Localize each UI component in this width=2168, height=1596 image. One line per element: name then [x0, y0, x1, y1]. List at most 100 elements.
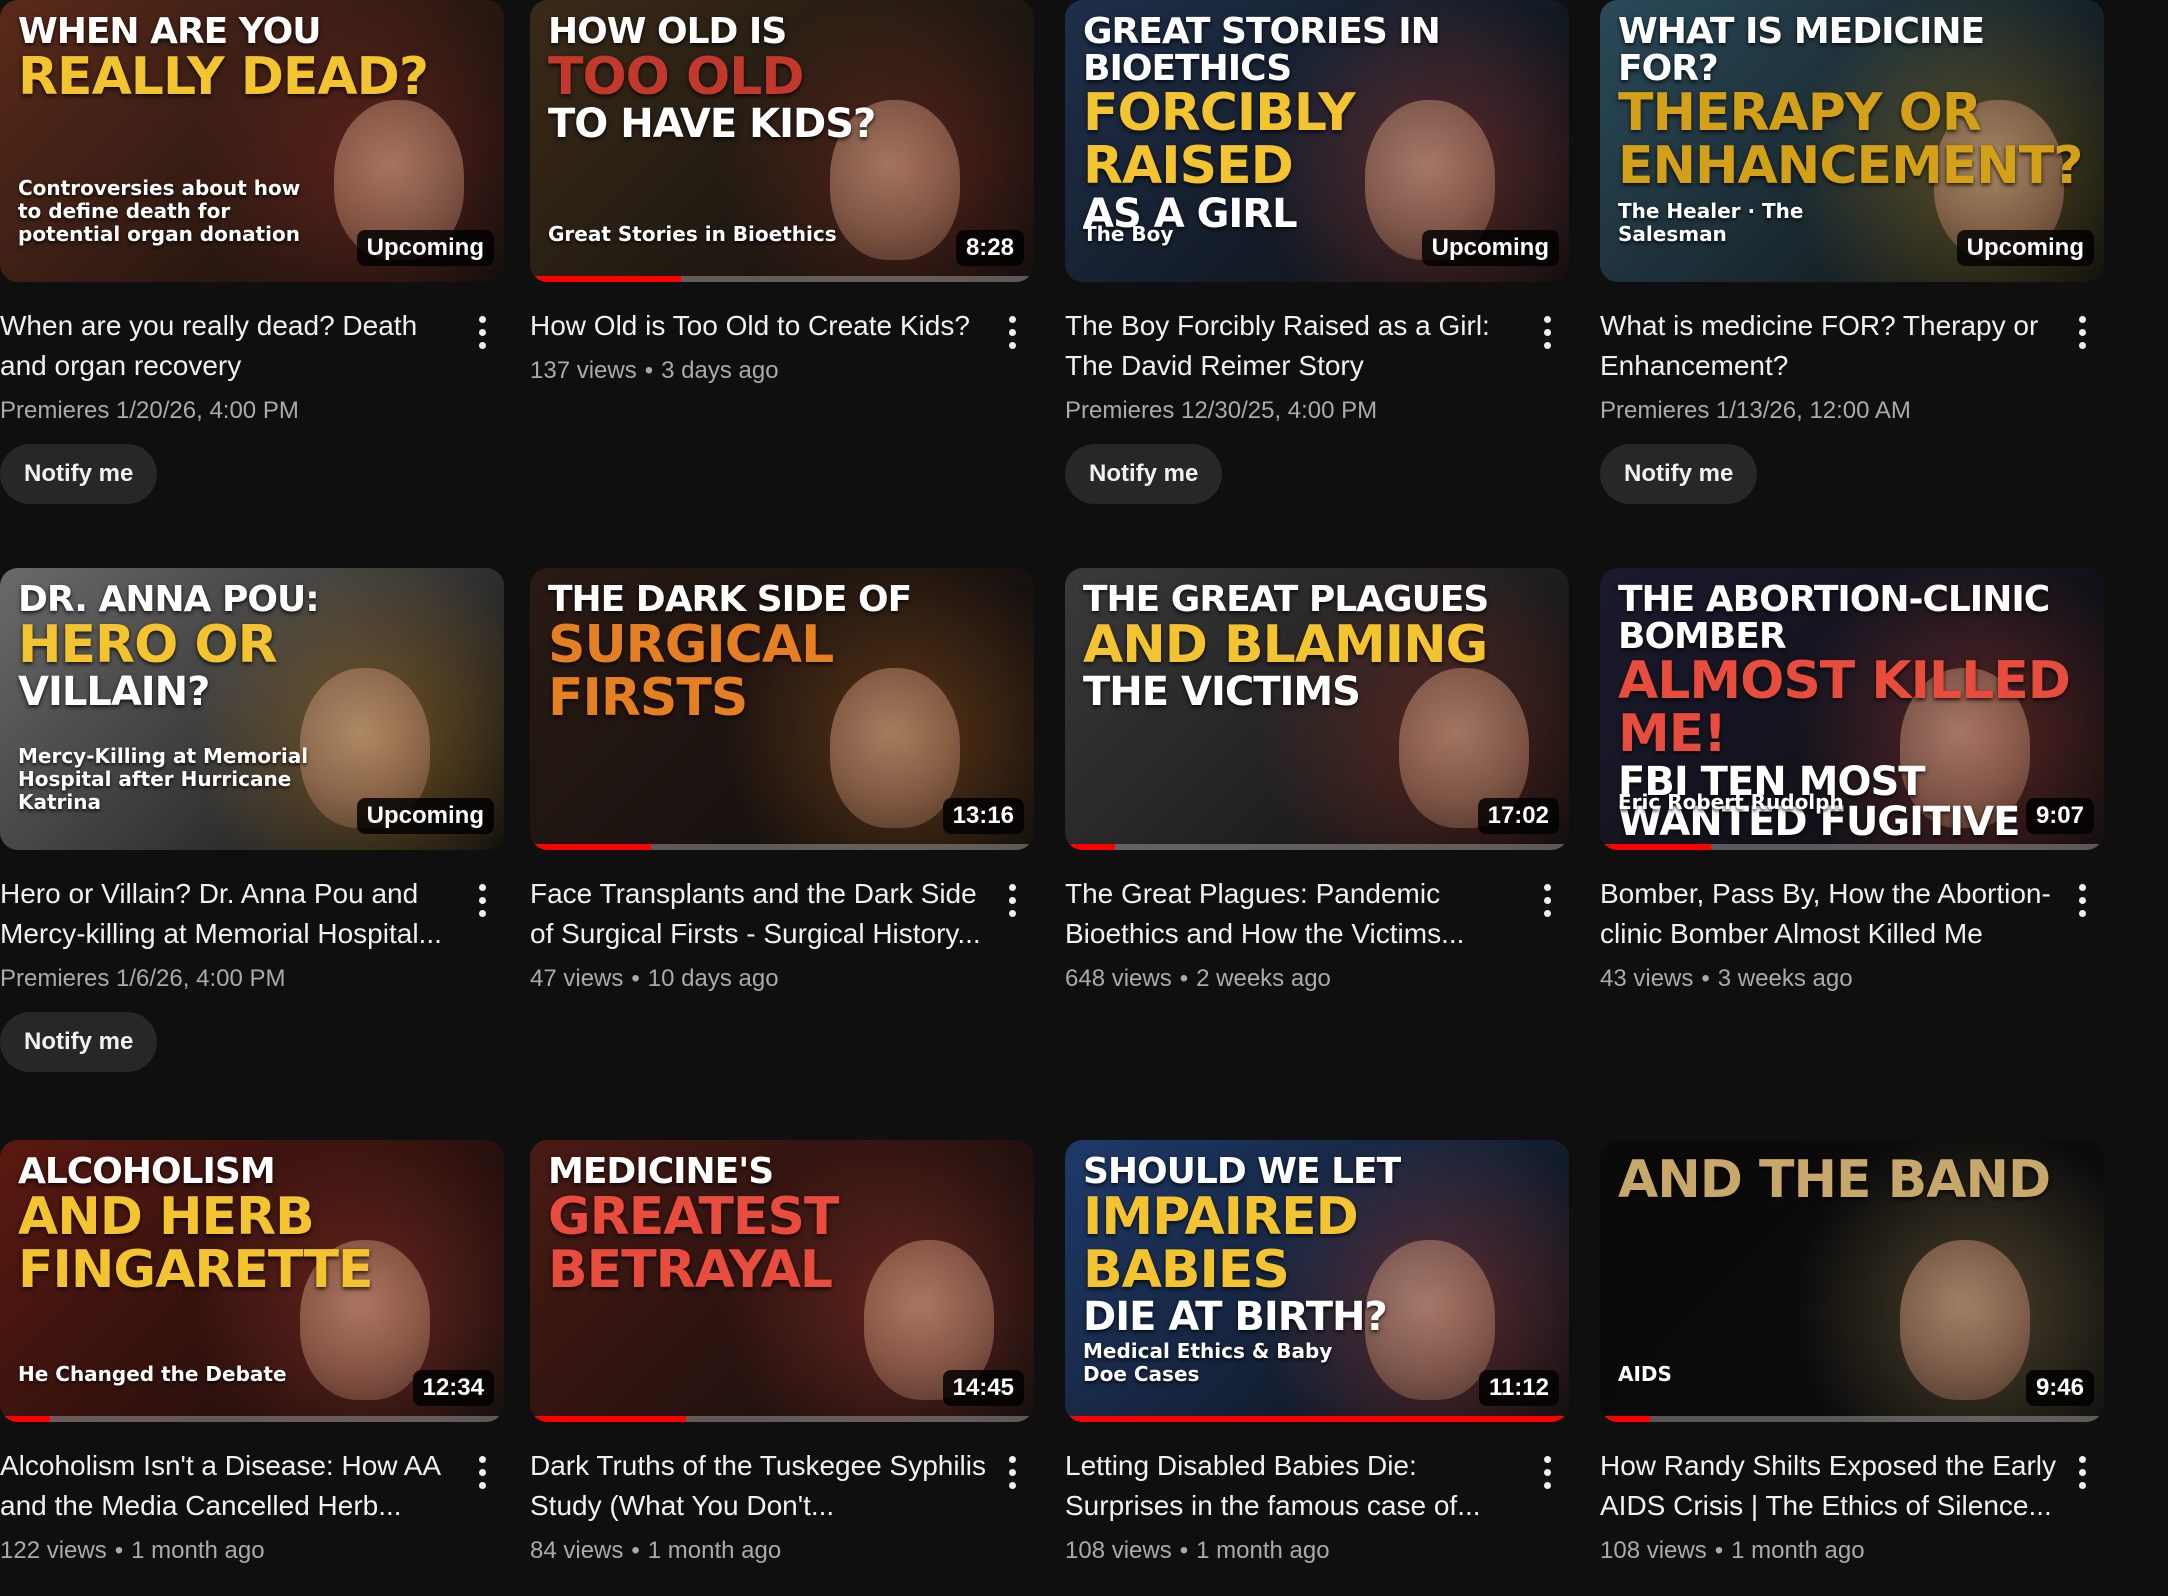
video-card[interactable]: The Great Plagues and Blaming the Victim… [1065, 568, 1569, 996]
upcoming-badge: Upcoming [1421, 230, 1559, 266]
thumbnail-headline: Alcoholism and Herb Fingarette [18, 1153, 486, 1297]
video-thumbnail[interactable]: Dr. Anna Pou: Hero or Villain? Mercy-Kil… [0, 568, 504, 850]
thumbnail-headline-line-1: The Abortion-Clinic Bomber [1618, 579, 2050, 657]
thumbnail-headline-line-1: What is medicine FOR? [1618, 11, 1985, 89]
notify-me-button[interactable]: Notify me [1600, 444, 1758, 504]
thumbnail-headline-line-1: How Old Is [548, 11, 787, 52]
more-actions-icon[interactable] [1533, 878, 1561, 922]
video-title[interactable]: The Boy Forcibly Raised as a Girl: The D… [1065, 306, 1521, 386]
video-stats: 137 views • 3 days ago [530, 354, 986, 388]
more-actions-icon[interactable] [998, 878, 1026, 922]
thumbnail-headline-line-2: Therapy or Enhancement? [1618, 83, 2083, 197]
upload-age: 1 month ago [1731, 1537, 1865, 1564]
video-thumbnail[interactable]: Should We Let Impaired Babies Die at Bir… [1065, 1140, 1569, 1422]
video-title[interactable]: The Great Plagues: Pandemic Bioethics an… [1065, 874, 1521, 954]
video-title[interactable]: When are you really dead? Death and orga… [0, 306, 456, 386]
more-actions-icon[interactable] [2068, 878, 2096, 922]
thumbnail-headline-line-3: Die at Birth? [1083, 1293, 1388, 1340]
video-card[interactable]: Alcoholism and Herb Fingarette He Change… [0, 1140, 504, 1568]
thumbnail-headline-line-2: and Blaming [1083, 614, 1488, 675]
view-count: 108 views [1065, 1537, 1172, 1564]
premiere-time: Premieres 1/20/26, 4:00 PM [0, 397, 299, 424]
separator-dot: • [1179, 965, 1189, 992]
thumbnail-headline-line-3: To Have Kids? [548, 100, 876, 147]
video-card[interactable]: The Dark Side of Surgical Firsts 13:16 F… [530, 568, 1034, 996]
more-actions-icon[interactable] [1533, 1450, 1561, 1494]
thumbnail-headline: The Great Plagues and Blaming the Victim… [1083, 579, 1551, 713]
video-details: The Boy Forcibly Raised as a Girl: The D… [1065, 306, 1569, 504]
video-details: What is medicine FOR? Therapy or Enhance… [1600, 306, 2104, 504]
video-details: The Great Plagues: Pandemic Bioethics an… [1065, 874, 1569, 996]
notify-me-button[interactable]: Notify me [0, 1012, 158, 1072]
video-card[interactable]: The Abortion-Clinic Bomber Almost Killed… [1600, 568, 2104, 996]
video-card[interactable]: When are you Really Dead? Controversies … [0, 0, 504, 504]
thumbnail-headline-line-1: The Great Plagues [1083, 579, 1489, 620]
video-thumbnail[interactable]: How Old Is Too Old To Have Kids? Great S… [530, 0, 1034, 282]
video-card[interactable]: Great Stories in Bioethics Forcibly Rais… [1065, 0, 1569, 504]
video-card[interactable]: Medicine's Greatest Betrayal 14:45 Dark … [530, 1140, 1034, 1568]
more-actions-icon[interactable] [998, 310, 1026, 354]
video-thumbnail[interactable]: The Great Plagues and Blaming the Victim… [1065, 568, 1569, 850]
video-title[interactable]: How Randy Shilts Exposed the Early AIDS … [1600, 1446, 2056, 1526]
video-details: Letting Disabled Babies Die: Surprises i… [1065, 1446, 1569, 1568]
watch-progress-fill [1600, 1416, 1651, 1422]
more-actions-icon[interactable] [468, 878, 496, 922]
thumbnail-headline-line-2: Really Dead? [18, 46, 429, 107]
thumbnail-headline: How Old Is Too Old To Have Kids? [548, 11, 1016, 147]
video-thumbnail[interactable]: Alcoholism and Herb Fingarette He Change… [0, 1140, 504, 1422]
thumbnail-headline-line-1: Should We Let [1083, 1151, 1401, 1192]
thumbnail-headline: Medicine's Greatest Betrayal [548, 1153, 1016, 1297]
video-title[interactable]: Hero or Villain? Dr. Anna Pou and Mercy-… [0, 874, 456, 954]
video-card[interactable]: How Old Is Too Old To Have Kids? Great S… [530, 0, 1034, 388]
thumbnail-headline-line-1: Dr. Anna Pou: [18, 579, 320, 620]
upload-age: 3 days ago [661, 357, 779, 384]
watch-progress-fill [1065, 844, 1116, 850]
video-title[interactable]: What is medicine FOR? Therapy or Enhance… [1600, 306, 2056, 386]
video-title[interactable]: How Old is Too Old to Create Kids? [530, 306, 986, 346]
video-thumbnail[interactable]: The Abortion-Clinic Bomber Almost Killed… [1600, 568, 2104, 850]
video-thumbnail[interactable]: The Dark Side of Surgical Firsts 13:16 [530, 568, 1034, 850]
thumbnail-caption: Mercy-Killing at Memorial Hospital after… [18, 744, 309, 814]
video-title[interactable]: Bomber, Pass By, How the Abortion-clinic… [1600, 874, 2056, 954]
video-title[interactable]: Face Transplants and the Dark Side of Su… [530, 874, 986, 954]
duration-badge: 9:46 [2025, 1370, 2094, 1406]
watch-progress-bar [530, 844, 1034, 850]
thumbnail-caption: He Changed the Debate [18, 1362, 287, 1386]
more-actions-icon[interactable] [2068, 310, 2096, 354]
video-thumbnail[interactable]: Great Stories in Bioethics Forcibly Rais… [1065, 0, 1569, 282]
duration-badge: 8:28 [955, 230, 1024, 266]
more-actions-icon[interactable] [2068, 1450, 2096, 1494]
video-details: How Old is Too Old to Create Kids? 137 v… [530, 306, 1034, 388]
more-actions-icon[interactable] [1533, 310, 1561, 354]
more-actions-icon[interactable] [468, 310, 496, 354]
watch-progress-bar [530, 276, 1034, 282]
video-title[interactable]: Dark Truths of the Tuskegee Syphilis Stu… [530, 1446, 986, 1526]
notify-me-button[interactable]: Notify me [0, 444, 158, 504]
upload-age: 3 weeks ago [1717, 965, 1853, 992]
more-actions-icon[interactable] [998, 1450, 1026, 1494]
video-stats: 47 views • 10 days ago [530, 962, 986, 996]
more-actions-icon[interactable] [468, 1450, 496, 1494]
video-thumbnail[interactable]: Medicine's Greatest Betrayal 14:45 [530, 1140, 1034, 1422]
separator-dot: • [631, 1537, 640, 1564]
video-details: Alcoholism Isn't a Disease: How AA and t… [0, 1446, 504, 1568]
video-title[interactable]: Letting Disabled Babies Die: Surprises i… [1065, 1446, 1521, 1526]
separator-dot: • [631, 965, 640, 992]
video-card[interactable]: Dr. Anna Pou: Hero or Villain? Mercy-Kil… [0, 568, 504, 1072]
duration-badge: 13:16 [942, 798, 1024, 834]
video-stats: 108 views • 1 month ago [1065, 1534, 1521, 1568]
video-card[interactable]: And the Band AIDS 9:46 How Randy Shilts … [1600, 1140, 2104, 1568]
video-card[interactable]: What is medicine FOR? Therapy or Enhance… [1600, 0, 2104, 504]
video-thumbnail[interactable]: What is medicine FOR? Therapy or Enhance… [1600, 0, 2104, 282]
video-title[interactable]: Alcoholism Isn't a Disease: How AA and t… [0, 1446, 456, 1526]
duration-badge: 11:12 [1478, 1370, 1559, 1406]
video-card[interactable]: Should We Let Impaired Babies Die at Bir… [1065, 1140, 1569, 1568]
thumbnail-caption: The Boy [1083, 222, 1174, 246]
video-thumbnail[interactable]: And the Band AIDS 9:46 [1600, 1140, 2104, 1422]
upcoming-badge: Upcoming [356, 798, 494, 834]
upload-age: 2 weeks ago [1196, 965, 1331, 992]
duration-badge: 9:07 [2025, 798, 2094, 834]
video-thumbnail[interactable]: When are you Really Dead? Controversies … [0, 0, 504, 282]
notify-me-button[interactable]: Notify me [1065, 444, 1223, 504]
thumbnail-caption: The Healer · The Salesman [1618, 199, 1804, 246]
